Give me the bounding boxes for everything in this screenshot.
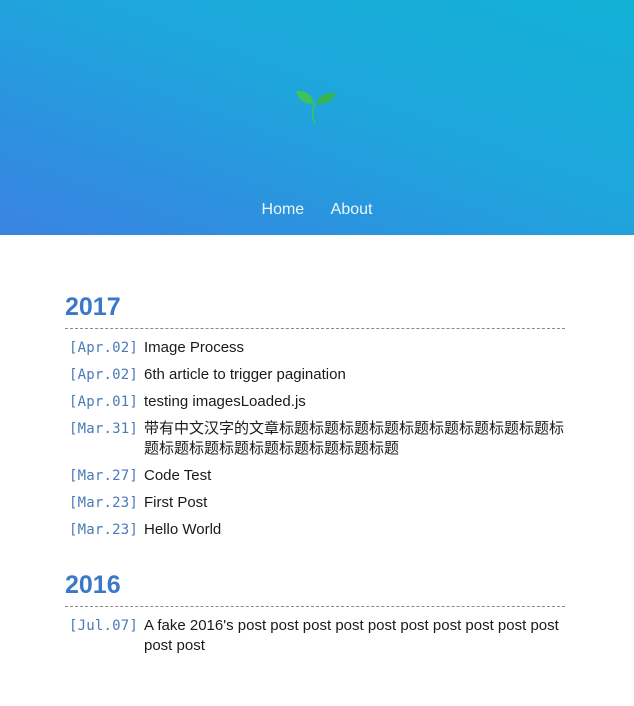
post-item: [Mar.23] Hello World	[65, 517, 565, 544]
post-item: [Mar.31] 带有中文汉字的文章标题标题标题标题标题标题标题标题标题标题标题…	[65, 416, 565, 463]
nav-home-link[interactable]: Home	[262, 201, 305, 219]
year-section-2017: 2017 [Apr.02] Image Process [Apr.02] 6th…	[65, 292, 565, 544]
year-heading: 2016	[65, 570, 565, 607]
post-item: [Mar.23] First Post	[65, 490, 565, 517]
post-item: [Apr.02] Image Process	[65, 335, 565, 362]
post-title-link[interactable]: 带有中文汉字的文章标题标题标题标题标题标题标题标题标题标题标题标题标题标题标题标…	[144, 419, 565, 459]
post-title-link[interactable]: testing imagesLoaded.js	[144, 392, 565, 412]
sprout-icon[interactable]	[293, 84, 337, 128]
post-title-link[interactable]: Code Test	[144, 466, 565, 486]
post-date: [Apr.02]	[69, 340, 139, 356]
nav-about-link[interactable]: About	[331, 201, 373, 219]
post-title-link[interactable]: 6th article to trigger pagination	[144, 365, 565, 385]
post-item: [Jul.07] A fake 2016's post post post po…	[65, 613, 565, 660]
post-list: [Jul.07] A fake 2016's post post post po…	[65, 607, 565, 660]
post-date: [Mar.31]	[69, 421, 139, 437]
post-date: [Apr.01]	[69, 394, 139, 410]
post-item: [Mar.27] Code Test	[65, 463, 565, 490]
post-date: [Apr.02]	[69, 367, 139, 383]
year-section-2016: 2016 [Jul.07] A fake 2016's post post po…	[65, 570, 565, 660]
post-title-link[interactable]: Image Process	[144, 338, 565, 358]
post-title-link[interactable]: Hello World	[144, 520, 565, 540]
post-date: [Mar.27]	[69, 468, 139, 484]
post-title-link[interactable]: A fake 2016's post post post post post p…	[144, 616, 565, 656]
post-item: [Apr.01] testing imagesLoaded.js	[65, 389, 565, 416]
post-date: [Mar.23]	[69, 522, 139, 538]
post-title-link[interactable]: First Post	[144, 493, 565, 513]
archive-list: 2017 [Apr.02] Image Process [Apr.02] 6th…	[65, 235, 565, 660]
post-list: [Apr.02] Image Process [Apr.02] 6th arti…	[65, 329, 565, 544]
main-nav: Home About	[0, 201, 634, 219]
post-date: [Mar.23]	[69, 495, 139, 511]
post-date: [Jul.07]	[69, 618, 139, 634]
site-header: Home About	[0, 0, 634, 235]
post-item: [Apr.02] 6th article to trigger paginati…	[65, 362, 565, 389]
year-heading: 2017	[65, 292, 565, 329]
